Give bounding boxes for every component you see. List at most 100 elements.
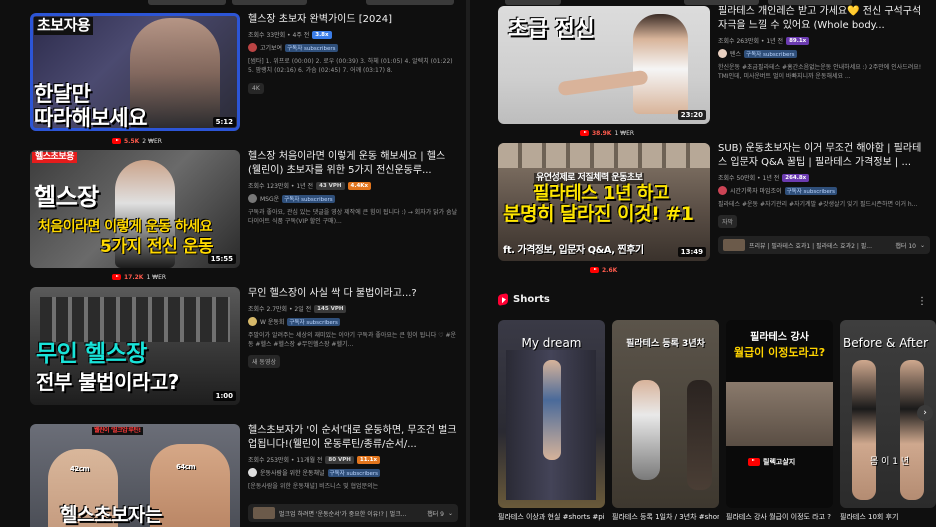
toolbar-button[interactable]	[232, 0, 307, 5]
channel-avatar[interactable]	[248, 317, 257, 326]
quality-chip: 4K	[248, 83, 264, 94]
toolbar-button[interactable]	[366, 0, 454, 5]
video-stats: 5.5K 2 ₩ER	[112, 137, 162, 145]
video-title[interactable]: 필라테스 개인레슨 받고 가세요💛 전신 구석구석 자극을 느낄 수 있어요 (…	[718, 5, 928, 33]
subscriber-badge: 구독자 subscribers	[744, 49, 797, 58]
duration-badge: 1:00	[212, 391, 236, 401]
video-description: 한신운동 #초급필라테스 #홈간소음없는운동 안내하세요 :) 2주만에 인사드…	[718, 64, 922, 80]
stat-views: 38.9K	[592, 129, 612, 137]
channel-avatar[interactable]	[248, 468, 257, 477]
subscriber-badge: 구독자 subscribers	[327, 468, 380, 477]
channel-name[interactable]: 시간기록자 마임조이	[730, 186, 782, 195]
short-overlay: 필라테스 등록 3년차	[626, 339, 705, 349]
video-title[interactable]: 무인 헬스장이 사실 싹 다 불법이라고...?	[248, 287, 458, 301]
more-options-icon[interactable]: ⋮	[917, 296, 927, 307]
thumb-caption: 따라해보세요	[34, 106, 147, 130]
chevron-right-icon[interactable]: ›	[917, 405, 933, 421]
vph-badge: 80 VPH	[325, 455, 354, 464]
video-thumbnail[interactable]: 무인 헬스장 전부 불법이라고? 1:00	[30, 287, 240, 405]
duration-badge: 13:49	[677, 247, 706, 257]
youtube-icon	[748, 458, 760, 466]
logo-text: 릴렉고살지	[763, 458, 796, 466]
channel-avatar[interactable]	[718, 49, 727, 58]
chapter-thumbnail	[723, 239, 745, 251]
video-thumbnail[interactable]: 헬스초보용 헬스장 처음이라면 이렇게 운동 하세요 5가지 전신 운동 15:…	[30, 150, 240, 268]
short-title[interactable]: 필라테스 10회 후기	[840, 512, 936, 522]
video-description: 필라테스 #운동 #자기관리 #자기계발 #갓생살기 잊기 필드시즌하면 이거 …	[718, 201, 918, 208]
video-title[interactable]: 헬스장 초보자 완벽가이드 [2024]	[248, 13, 453, 27]
new-video-chip: 새 동영상	[248, 355, 280, 368]
subscriber-badge: 구독자 subscribers	[282, 194, 335, 203]
chevron-down-icon: ⌄	[447, 509, 453, 517]
outlier-badge: 89.1x	[786, 36, 810, 45]
video-description: 주말이가 알려주는 세상의 재미있는 이야기 구독과 좋아요는 큰 힘이 됩니다…	[248, 332, 457, 348]
thumb-measure-right: 64cm	[176, 463, 196, 471]
stat-rank: 1 ₩ER	[146, 273, 167, 281]
video-title[interactable]: 헬스장 처음이라면 이렇게 운동 해보세요 | 헬스(웰린이) 초보자를 위한 …	[248, 150, 458, 178]
stat-views: 2.6K	[602, 266, 618, 274]
browser-split-view: 초보자용 한달만 따라해보세요 5:12 5.5K 2 ₩ER 헬스장 초보자 …	[0, 0, 936, 527]
short-overlay: 월급이 이정도라고?	[733, 346, 826, 359]
channel-avatar[interactable]	[248, 194, 257, 203]
shorts-title: Shorts	[513, 294, 550, 305]
vph-badge: 43 VPH	[316, 181, 345, 190]
chapters-bar[interactable]: 벌크업 하려면 '운동순서'가 중요한 이유!? | 벌크... 챕터 9 ⌄	[248, 504, 458, 522]
duration-badge: 15:55	[207, 254, 236, 264]
toolbar-button[interactable]	[505, 0, 561, 5]
stat-views: 17.2K	[124, 273, 144, 281]
toolbar-button[interactable]	[148, 0, 226, 5]
thumb-caption: 필라테스 1년 하고	[533, 183, 669, 204]
thumb-caption: 무인 헬스장	[36, 341, 147, 367]
channel-name[interactable]: 텐스	[730, 49, 741, 58]
thumb-caption: 한달만	[34, 82, 91, 106]
thumb-measure-left: 42cm	[70, 465, 90, 473]
channel-name[interactable]: MSG운	[260, 194, 279, 203]
video-thumbnail[interactable]: 초보자용 한달만 따라해보세요 5:12	[30, 13, 240, 131]
thumb-caption: 헬스초보자는	[60, 504, 162, 526]
youtube-icon	[112, 274, 121, 280]
short-card[interactable]: 필라테스 강사 월급이 이정도라고? 릴렉고살지	[726, 320, 833, 508]
short-title[interactable]: 필라테스 이상과 현실 #shorts #pilates	[498, 512, 605, 522]
channel-avatar[interactable]	[248, 43, 257, 52]
view-meta: 조회수 263만회 • 1년 전	[718, 38, 784, 45]
short-title[interactable]: 필라테스 강사 월급이 이정도 라고 ?	[726, 512, 833, 522]
video-title[interactable]: SUB) 운동초보자는 이거 무조건 해야함 | 필라테스 입문자 Q&A 꿀팁…	[718, 142, 930, 170]
channel-logo: 릴렉고살지	[748, 457, 795, 467]
short-title[interactable]: 필라테스 등록 1일차 / 3년차 #shorts	[612, 512, 719, 522]
thumb-caption: 처음이라면 이렇게 운동 하세요	[38, 219, 213, 235]
thumb-caption: 헬스장	[34, 183, 99, 211]
short-overlay: 필라테스 강사	[750, 332, 809, 343]
pane-divider[interactable]	[466, 0, 470, 527]
channel-name[interactable]: W 운동회	[260, 317, 284, 326]
video-info: 헬스초보자가 '이 순서'대로 운동하면, 무조건 벌크업됩니다!(웰린이 운동…	[248, 424, 458, 491]
youtube-icon	[590, 267, 599, 273]
channel-name[interactable]: 고기보여	[260, 43, 282, 52]
short-card[interactable]: 필라테스 등록 3년차	[612, 320, 719, 508]
subscriber-badge: 구독자 subscribers	[285, 43, 338, 52]
youtube-icon	[112, 138, 121, 144]
video-info: 무인 헬스장이 사실 싹 다 불법이라고...? 조회수 2.7만회 • 2일 …	[248, 287, 458, 368]
subscriber-badge: 구독자 subscribers	[287, 317, 340, 326]
video-thumbnail[interactable]: 웰린이 '벌크업'루틴! 42cm 64cm 헬스초보자는	[30, 424, 240, 527]
channel-name[interactable]: 운동사람을 위한 운동채널	[260, 468, 325, 477]
chapter-count: 챕터 9	[427, 510, 444, 518]
video-description: [운동사람을 위한 운동채널] 비즈니스 및 협업문의는 ordinary.wo…	[248, 483, 379, 490]
chapters-bar[interactable]: 프리뷰 | 필라테스 효과1 | 필라테스 효과2 | 필... 챕터 10 ⌄	[718, 236, 930, 254]
outlier-badge: 3.8x	[312, 30, 332, 39]
stat-rank: 2 ₩ER	[142, 137, 162, 145]
video-title[interactable]: 헬스초보자가 '이 순서'대로 운동하면, 무조건 벌크업됩니다!(웰린이 운동…	[248, 424, 458, 452]
stat-views: 5.5K	[124, 137, 140, 145]
short-overlay: Before & After	[843, 336, 929, 350]
short-card[interactable]: My dream	[498, 320, 605, 508]
outlier-badge: 264.8x	[782, 173, 810, 182]
thumb-caption: 초급 전신	[508, 17, 595, 42]
video-thumbnail[interactable]: 유연성제로 저질체력 운동초보 필라테스 1년 하고 분명히 달라진 이것! #…	[498, 143, 710, 261]
thumb-caption: 전부 불법이라고?	[36, 370, 179, 394]
thumb-caption: ft. 가격정보, 입문자 Q&A, 찐후기	[503, 245, 644, 256]
chapter-thumbnail	[253, 507, 275, 519]
subscriber-badge: 구독자 subscribers	[784, 186, 838, 195]
thumb-caption: 분명히 달라진 이것! #1	[503, 203, 694, 225]
channel-avatar[interactable]	[718, 186, 727, 195]
vph-badge: 145 VPH	[314, 304, 347, 313]
video-thumbnail[interactable]: 초급 전신 23:20	[498, 6, 710, 124]
